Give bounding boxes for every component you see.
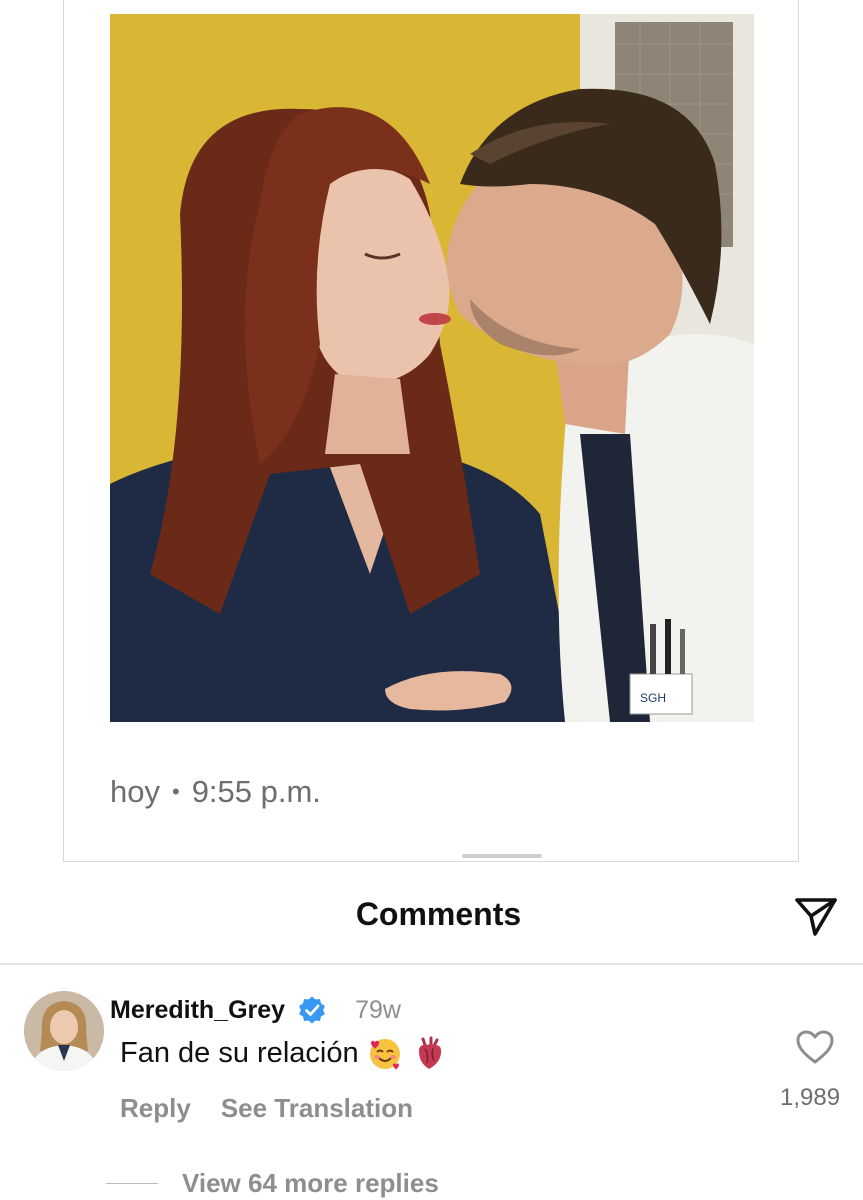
post-time: 9:55 p.m. [191, 774, 321, 809]
comment-timestamp: 79w [355, 995, 401, 1024]
heart-outline-icon[interactable] [795, 1029, 835, 1065]
comments-title: Comments [355, 896, 522, 932]
send-icon[interactable] [791, 890, 841, 940]
post-photo[interactable]: SGH [110, 14, 754, 722]
username[interactable]: Meredith_Grey [110, 996, 285, 1025]
avatar[interactable] [24, 991, 104, 1071]
comment-item: Meredith_Grey 79w Fan de su relación Rep… [0, 985, 863, 1200]
header-divider [0, 963, 863, 965]
replies-divider-line [106, 1182, 158, 1185]
svg-text:SGH: SGH [640, 691, 666, 705]
page: SGH hoy • 9:55 p.m. Comments Meredith_Gr… [0, 0, 863, 1200]
comment-body: Fan de su relación [120, 1036, 359, 1069]
post-meta-separator: • [171, 779, 180, 804]
comment-header: Meredith_Grey 79w [110, 995, 401, 1025]
card-bottom-tab [462, 854, 542, 858]
see-translation-button[interactable]: See Translation [221, 1093, 413, 1124]
verified-badge-icon [299, 996, 326, 1024]
like-count: 1,989 [780, 1084, 841, 1111]
comment-text: Fan de su relación [120, 1035, 447, 1071]
comment-actions: Reply See Translation [120, 1093, 413, 1124]
comments-header: Comments [0, 884, 863, 946]
post-day: hoy [110, 774, 160, 809]
post-card: SGH hoy • 9:55 p.m. [63, 0, 799, 862]
post-timestamp: hoy • 9:55 p.m. [110, 774, 321, 810]
reply-button[interactable]: Reply [120, 1093, 191, 1124]
post-photo-illustration: SGH [110, 14, 754, 722]
view-replies-button[interactable]: View 64 more replies [106, 1168, 439, 1199]
avatar-image [24, 991, 104, 1071]
smiling-face-with-hearts-emoji [369, 1039, 400, 1070]
anatomical-heart-emoji [418, 1036, 441, 1069]
view-replies-label: View 64 more replies [182, 1168, 439, 1198]
